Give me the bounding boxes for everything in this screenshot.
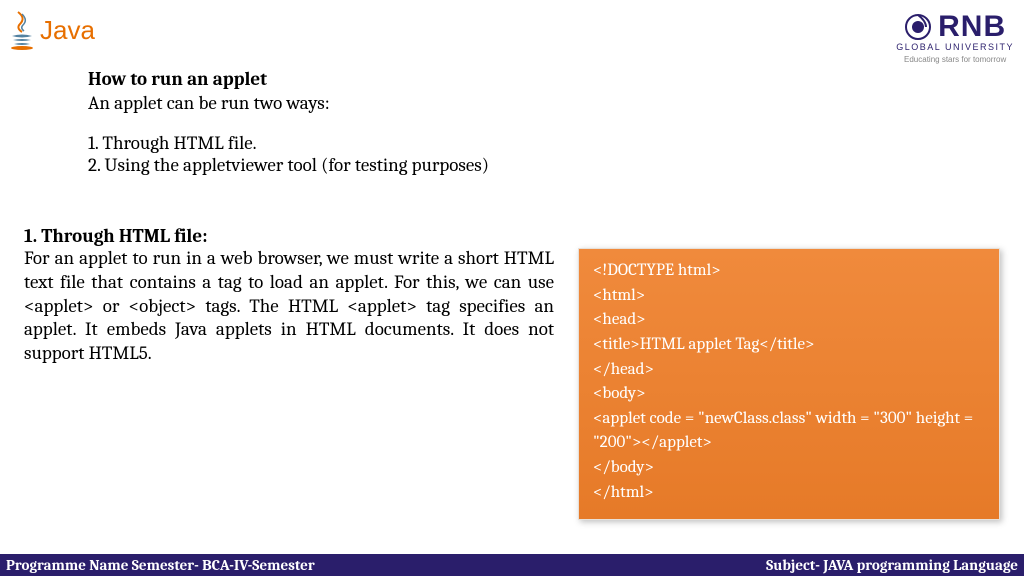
rnb-logo: RNB GLOBAL UNIVERSITY Educating stars fo… — [896, 10, 1014, 64]
rnb-globe-icon — [904, 13, 932, 41]
code-line: <head> — [593, 308, 985, 333]
list-item-1: 1. Through HTML file. — [88, 132, 994, 154]
java-logo-text: Java — [40, 15, 95, 46]
java-logo: Java — [8, 10, 95, 50]
code-line: </head> — [593, 358, 985, 383]
section-body: For an applet to run in a web browser, w… — [24, 247, 554, 366]
code-line: <body> — [593, 382, 985, 407]
code-line: <!DOCTYPE html> — [593, 259, 985, 284]
rnb-sub-text: GLOBAL UNIVERSITY — [896, 42, 1014, 52]
code-line: </html> — [593, 481, 985, 506]
code-line: </body> — [593, 456, 985, 481]
section-subheading: 1. Through HTML file: — [24, 225, 554, 247]
rnb-logo-main: RNB — [896, 10, 1014, 44]
java-cup-icon — [8, 10, 36, 50]
code-line: <applet code = "newClass.class" width = … — [593, 407, 985, 456]
header: Java RNB GLOBAL UNIVERSITY Educating sta… — [0, 10, 1024, 70]
intro-text: An applet can be run two ways: — [88, 92, 994, 114]
rnb-tagline-text: Educating stars for tomorrow — [896, 55, 1014, 64]
code-example: <!DOCTYPE html> <html> <head> <title>HTM… — [578, 248, 1000, 520]
code-line: <html> — [593, 284, 985, 309]
main-content: How to run an applet An applet can be ru… — [88, 68, 994, 176]
footer: Programme Name Semester- BCA-IV-Semester… — [0, 554, 1024, 576]
section-html-file: 1. Through HTML file: For an applet to r… — [24, 225, 554, 366]
list-item-2: 2. Using the appletviewer tool (for test… — [88, 154, 994, 176]
footer-right: Subject- JAVA programming Language — [766, 556, 1018, 574]
footer-left: Programme Name Semester- BCA-IV-Semester — [6, 556, 315, 574]
rnb-name-text: RNB — [938, 10, 1006, 44]
code-line: <title>HTML applet Tag</title> — [593, 333, 985, 358]
slide-title: How to run an applet — [88, 68, 994, 90]
